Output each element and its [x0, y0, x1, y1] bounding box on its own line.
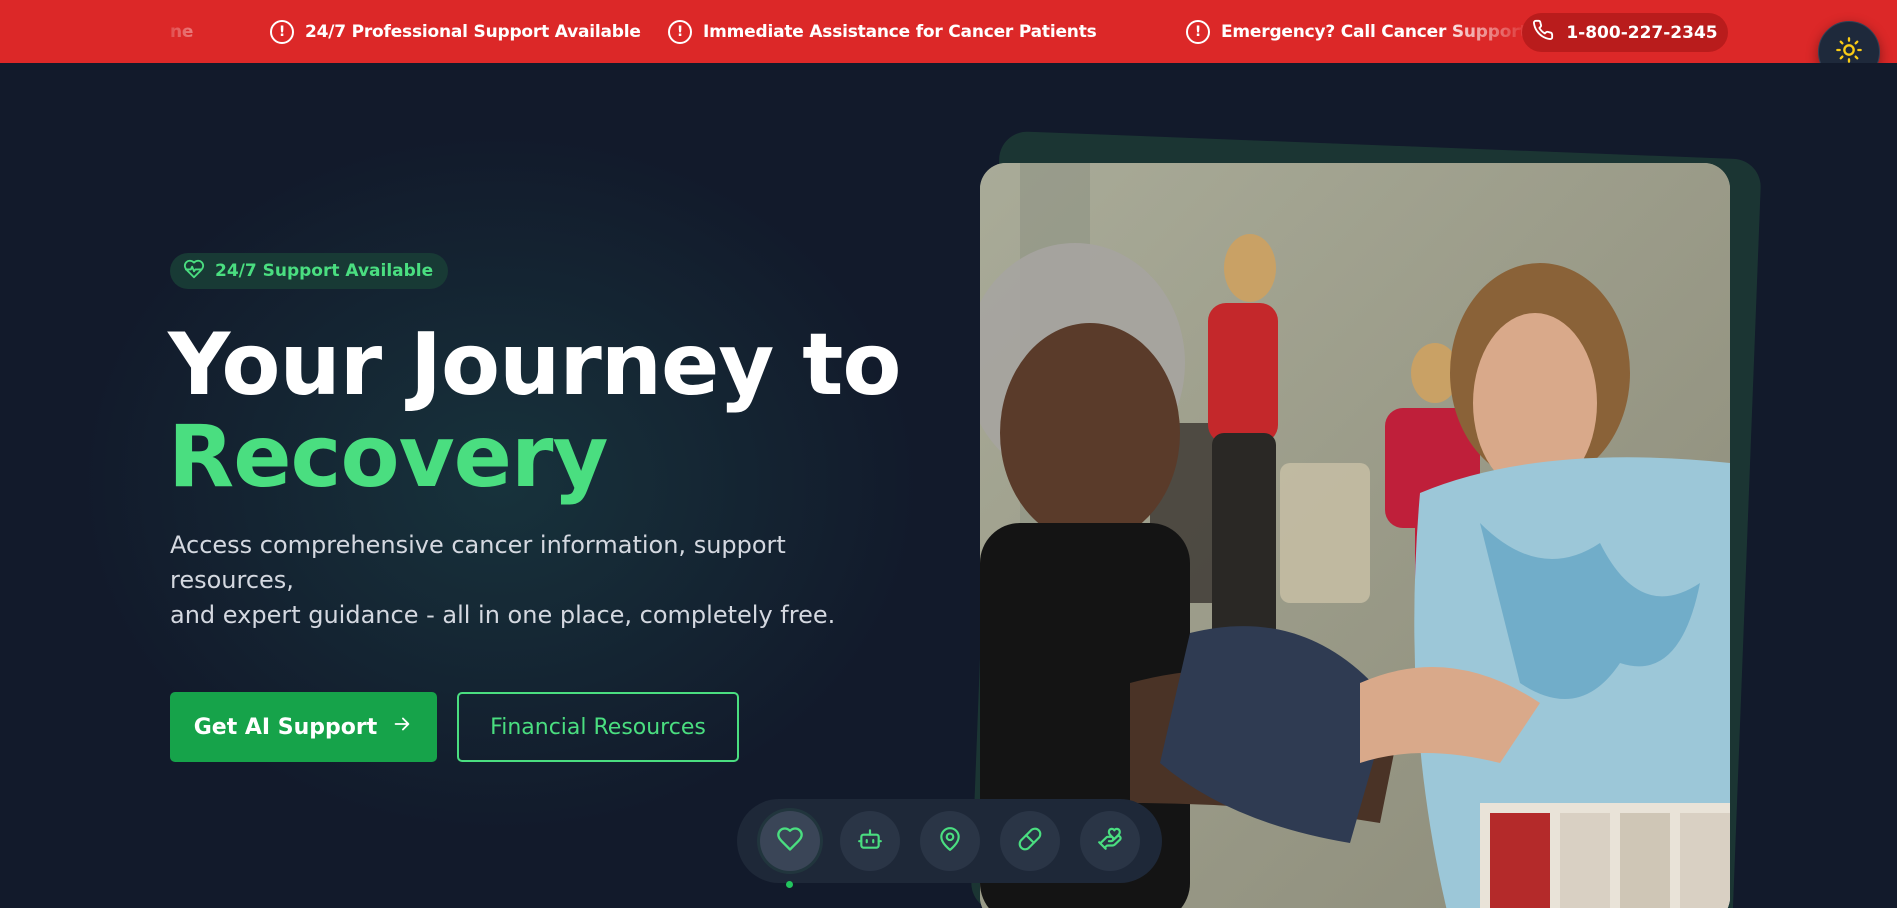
hand-heart-icon — [1097, 826, 1123, 856]
alert-circle-icon: ! — [270, 19, 294, 44]
dock-support-button[interactable] — [1079, 811, 1140, 871]
support-badge-label: 24/7 Support Available — [215, 261, 434, 281]
financial-resources-button[interactable]: Financial Resources — [457, 692, 739, 762]
ticker-fade-left — [150, 0, 210, 63]
headline-line-1: Your Journey to — [168, 315, 902, 415]
headline-highlight: Recovery — [168, 407, 608, 507]
hero-photo — [980, 163, 1730, 908]
dock-active-indicator — [786, 881, 793, 888]
hero-headline: Your Journey to Recovery — [168, 319, 928, 503]
dock-medication-button[interactable] — [999, 811, 1060, 871]
phone-icon — [1532, 19, 1554, 46]
dock-bot-button[interactable] — [839, 811, 900, 871]
hotline-number: 1-800-227-2345 — [1566, 22, 1718, 43]
alert-item: ! Immediate Assistance for Cancer Patien… — [668, 0, 1097, 63]
dock-heart-button[interactable] — [759, 811, 820, 871]
hotline-call-button[interactable]: 1-800-227-2345 — [1522, 13, 1728, 52]
arrow-right-icon — [391, 713, 413, 741]
alert-item-text: Immediate Assistance for Cancer Patients — [703, 21, 1097, 42]
dock-location-button[interactable] — [919, 811, 980, 871]
hero-photo-illustration — [980, 163, 1730, 908]
financial-resources-label: Financial Resources — [490, 714, 706, 740]
alert-item: ! 24/7 Professional Support Available — [270, 0, 641, 63]
alert-circle-icon: ! — [1186, 19, 1210, 44]
bot-icon — [857, 826, 883, 856]
alert-item-text: 24/7 Professional Support Available — [305, 21, 641, 42]
get-ai-support-button[interactable]: Get AI Support — [170, 692, 437, 762]
heart-icon — [776, 825, 804, 857]
emergency-alert-bar: ne ! 24/7 Professional Support Available… — [0, 0, 1897, 63]
ticker-fade-right — [1440, 0, 1530, 63]
alert-circle-icon: ! — [668, 19, 692, 44]
hero-description-line-1: Access comprehensive cancer information,… — [170, 531, 786, 594]
support-badge: 24/7 Support Available — [170, 253, 449, 289]
heart-pulse-icon — [183, 258, 205, 285]
hero-description-line-2: and expert guidance - all in one place, … — [170, 601, 836, 629]
get-ai-support-label: Get AI Support — [193, 714, 378, 740]
map-pin-icon — [937, 826, 963, 856]
quick-nav-dock — [737, 799, 1162, 883]
hero-description: Access comprehensive cancer information,… — [170, 528, 890, 633]
pill-icon — [1017, 826, 1043, 856]
